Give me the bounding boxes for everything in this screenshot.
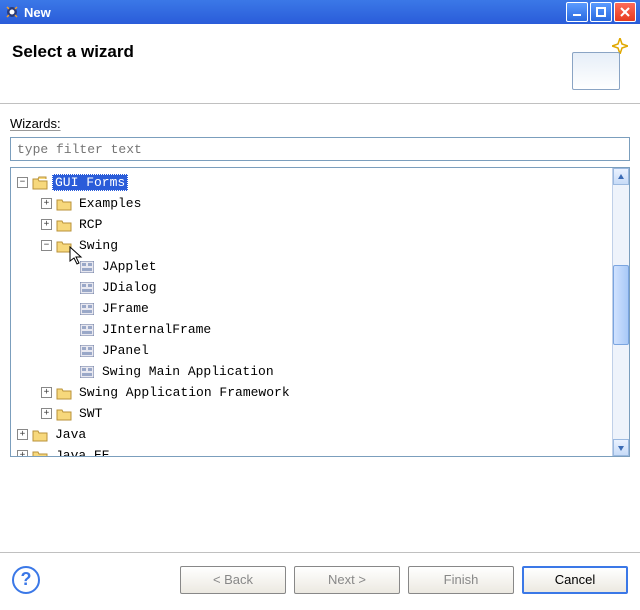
filter-input[interactable] [10, 137, 630, 161]
tree-label[interactable]: JPanel [99, 342, 152, 359]
tree-item-rcp: + RCP [13, 214, 610, 235]
minimize-button[interactable] [566, 2, 588, 22]
tree-label[interactable]: JDialog [99, 279, 160, 296]
scroll-down-button[interactable] [613, 439, 629, 456]
folder-icon [56, 239, 72, 253]
expand-icon[interactable]: + [41, 408, 52, 419]
finish-button[interactable]: Finish [408, 566, 514, 594]
tree-label[interactable]: JApplet [99, 258, 160, 275]
tree-item-examples: + Examples [13, 193, 610, 214]
cancel-button[interactable]: Cancel [522, 566, 628, 594]
tree-item-java-ee: + Java EE [13, 445, 610, 456]
expand-icon[interactable]: + [41, 198, 52, 209]
folder-icon [56, 386, 72, 400]
tree-label[interactable]: JFrame [99, 300, 152, 317]
tree-item-swt: + SWT [13, 403, 610, 424]
expand-icon[interactable]: − [17, 177, 28, 188]
tree-item-jinternalframe: JInternalFrame [13, 319, 610, 340]
wizard-content: Wizards: − GUI Forms + Examples + [0, 104, 640, 552]
window-title: New [24, 5, 566, 20]
expand-icon[interactable]: − [41, 240, 52, 251]
help-button[interactable]: ? [12, 566, 40, 594]
tree-label[interactable]: Swing Main Application [99, 363, 277, 380]
maximize-button[interactable] [590, 2, 612, 22]
vertical-scrollbar[interactable] [612, 168, 629, 456]
titlebar[interactable]: New [0, 0, 640, 24]
tree-label[interactable]: Java EE [52, 447, 113, 456]
expand-icon[interactable]: + [17, 429, 28, 440]
wizard-tree[interactable]: − GUI Forms + Examples + RCP − [10, 167, 630, 457]
next-button[interactable]: Next > [294, 566, 400, 594]
tree-item-swing: − Swing [13, 235, 610, 256]
folder-icon [32, 176, 48, 190]
tree-item-swing-app-framework: + Swing Application Framework [13, 382, 610, 403]
wizard-banner-image [568, 42, 624, 92]
close-button[interactable] [614, 2, 636, 22]
folder-icon [32, 428, 48, 442]
tree-label[interactable]: Examples [76, 195, 144, 212]
tree-item-jdialog: JDialog [13, 277, 610, 298]
tree-label[interactable]: JInternalFrame [99, 321, 214, 338]
folder-icon [32, 449, 48, 457]
expand-icon[interactable]: + [41, 219, 52, 230]
back-button[interactable]: < Back [180, 566, 286, 594]
tree-item-swing-main-app: Swing Main Application [13, 361, 610, 382]
form-icon [79, 344, 95, 358]
wizards-label: Wizards: [10, 116, 630, 131]
folder-icon [56, 407, 72, 421]
tree-label[interactable]: RCP [76, 216, 105, 233]
page-title: Select a wizard [12, 42, 134, 62]
form-icon [79, 323, 95, 337]
tree-item-jframe: JFrame [13, 298, 610, 319]
form-icon [79, 281, 95, 295]
tree-item-gui-forms: − GUI Forms [13, 172, 610, 193]
scroll-track[interactable] [613, 185, 629, 439]
tree-item-jpanel: JPanel [13, 340, 610, 361]
form-icon [79, 302, 95, 316]
tree-item-java: + Java [13, 424, 610, 445]
tree-label[interactable]: SWT [76, 405, 105, 422]
wizard-footer: ? < Back Next > Finish Cancel [0, 552, 640, 606]
folder-icon [56, 197, 72, 211]
tree-label[interactable]: GUI Forms [52, 174, 128, 191]
form-icon [79, 260, 95, 274]
tree-item-japplet: JApplet [13, 256, 610, 277]
scroll-thumb[interactable] [613, 265, 629, 345]
expand-icon[interactable]: + [17, 450, 28, 456]
form-icon [79, 365, 95, 379]
wizard-header: Select a wizard [0, 24, 640, 104]
tree-label[interactable]: Swing [76, 237, 121, 254]
tree-label[interactable]: Swing Application Framework [76, 384, 293, 401]
scroll-up-button[interactable] [613, 168, 629, 185]
folder-icon [56, 218, 72, 232]
tree-label[interactable]: Java [52, 426, 89, 443]
app-icon [4, 4, 20, 20]
expand-icon[interactable]: + [41, 387, 52, 398]
